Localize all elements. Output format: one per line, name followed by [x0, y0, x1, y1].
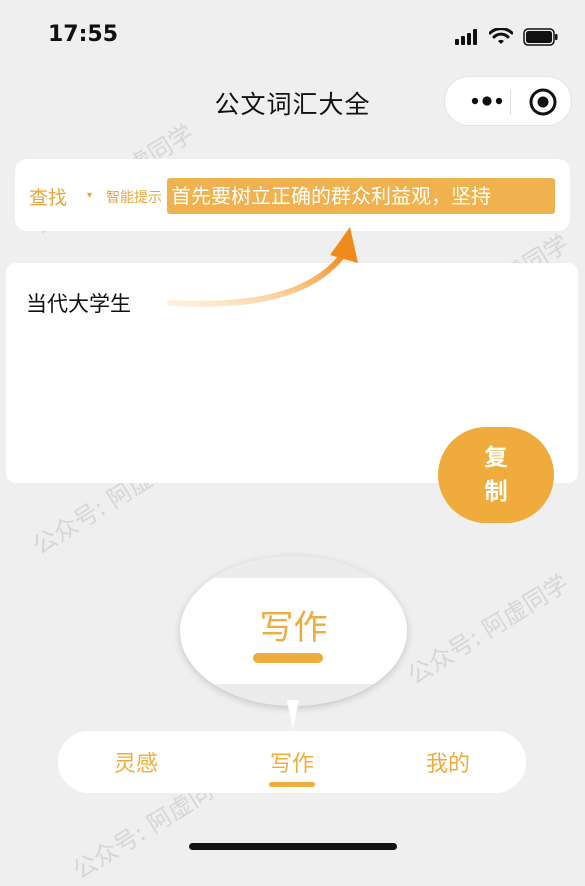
record-icon[interactable] [528, 87, 558, 117]
tab-inspiration[interactable]: 灵感 [76, 746, 196, 778]
annotation-arrow-icon [167, 227, 358, 307]
capsule-divider [510, 89, 511, 115]
watermark: 公众号: 阿虚同学 [402, 569, 574, 691]
wifi-icon [489, 28, 513, 44]
dropdown-arrow-icon[interactable]: ▾ [87, 190, 92, 201]
battery-icon [523, 28, 558, 46]
status-icons [455, 26, 559, 48]
callout-tail [287, 700, 299, 730]
tab-label: 灵感 [113, 752, 158, 777]
tab-writing[interactable]: 写作 [232, 746, 352, 787]
mini-program-capsule [444, 76, 572, 126]
copy-button-label: 制 [484, 479, 508, 505]
copy-button[interactable]: 复 制 [438, 427, 554, 523]
smart-hint-label: 智能提示 [106, 190, 162, 206]
search-label[interactable]: 查找 [29, 183, 67, 210]
active-tab-indicator [269, 782, 315, 787]
tab-bar: 灵感 写作 我的 [58, 731, 526, 793]
editor-text[interactable]: 当代大学生 [26, 288, 131, 318]
callout-band [180, 556, 407, 578]
callout-bubble: 写作 [180, 556, 407, 706]
tab-label: 我的 [425, 752, 470, 777]
tab-mine[interactable]: 我的 [388, 746, 508, 778]
callout-underline [253, 653, 323, 663]
signal-icon [455, 29, 477, 45]
tab-label: 写作 [269, 752, 314, 777]
status-time: 17:55 [48, 22, 119, 47]
copy-button-label: 复 [484, 445, 508, 471]
suggestion-highlight[interactable]: 首先要树立正确的群众利益观，坚持 [167, 178, 555, 214]
callout-label: 写作 [259, 608, 328, 648]
more-icon[interactable] [467, 87, 507, 115]
home-indicator[interactable] [189, 843, 397, 850]
